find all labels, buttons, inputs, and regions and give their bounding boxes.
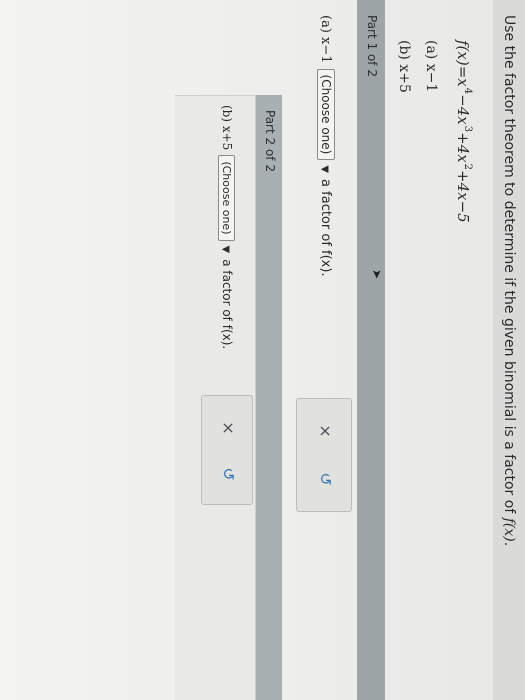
part-2-dropdown-icon[interactable]: ▼: [220, 246, 231, 254]
question-page: Use the factor theorem to determine if t…: [0, 0, 525, 700]
part-2-select[interactable]: (Choose one): [218, 155, 235, 241]
part-1-select[interactable]: (Choose one): [317, 68, 335, 161]
part-2-clear-icon[interactable]: ×: [216, 416, 240, 440]
part-1-prompt: (a) x−1 (Choose one) ▼ a factor of f(x).: [317, 15, 335, 277]
part-1-clear-icon[interactable]: ×: [313, 419, 337, 443]
part-1-suffix: a factor of f(x).: [318, 179, 333, 277]
instruction-text: Use the factor theorem to determine if t…: [501, 15, 517, 518]
option-b: (b) x+5: [396, 40, 412, 93]
part-2-binomial: (b) x+5: [220, 105, 234, 151]
part-2-prompt: (b) x+5 (Choose one) ▼ a factor of f(x).: [218, 105, 235, 349]
part-1-bar: Part 1 of 2: [357, 0, 385, 700]
part-2-title: Part 2 of 2: [263, 110, 277, 172]
function-lhs: f(x)=x: [454, 40, 472, 87]
function-tail: +4x−5: [454, 170, 472, 223]
part-2-suffix: a factor of f(x).: [220, 259, 234, 350]
part-1-actions: × ↺: [296, 398, 352, 512]
part-2-actions: × ↺: [201, 395, 253, 505]
part-2-bar: Part 2 of 2: [256, 95, 282, 700]
instruction-fx: f(x).: [501, 517, 517, 547]
function-term-3: +4x: [454, 132, 472, 163]
instruction: Use the factor theorem to determine if t…: [501, 15, 517, 546]
option-a: (a) x−1: [423, 40, 439, 93]
part-1-title: Part 1 of 2: [365, 15, 379, 77]
screen: Use the factor theorem to determine if t…: [0, 0, 525, 700]
function-term-2: −4x: [454, 94, 472, 125]
function-definition: f(x)=x4−4x3+4x2+4x−5: [454, 40, 473, 223]
part-1-binomial: (a) x−1: [318, 15, 333, 64]
cursor-icon: ➤: [370, 269, 384, 280]
part-2-redo-icon[interactable]: ↺: [216, 462, 240, 486]
part-1-redo-icon[interactable]: ↺: [313, 467, 337, 491]
part-1-dropdown-icon[interactable]: ▼: [319, 165, 330, 173]
